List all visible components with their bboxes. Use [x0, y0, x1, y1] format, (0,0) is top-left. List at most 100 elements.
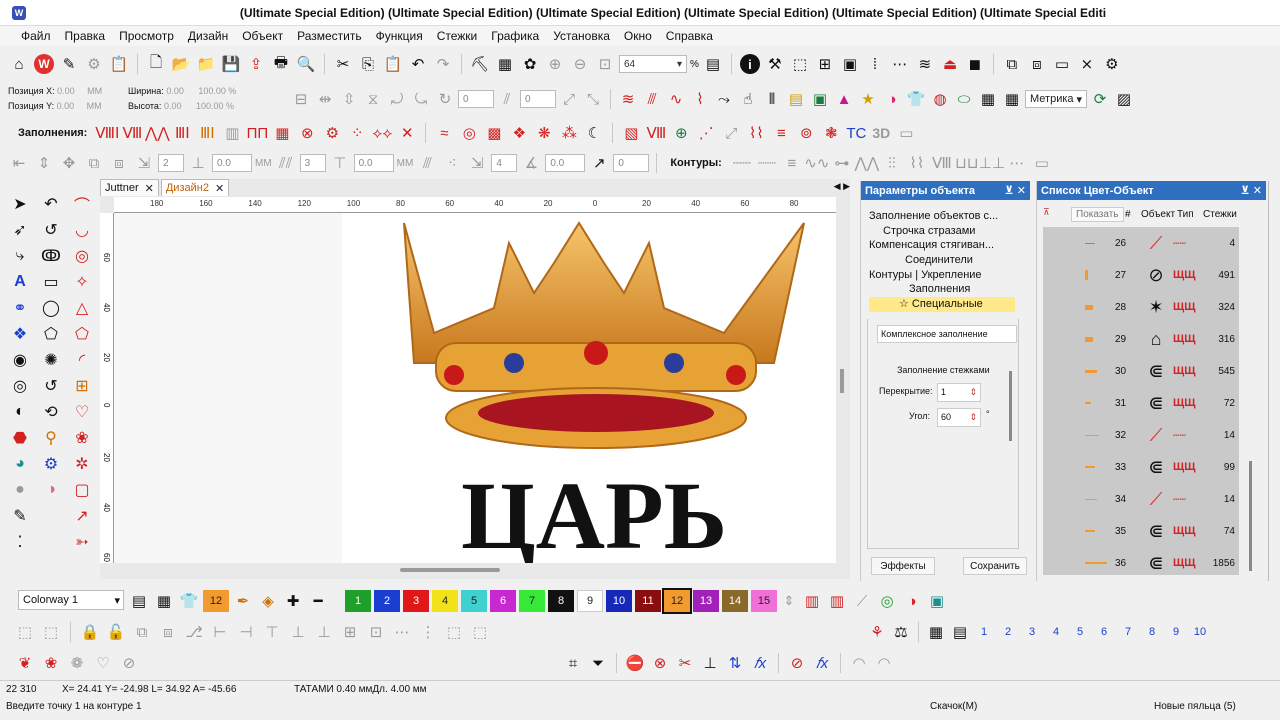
curve-tool-icon[interactable]: ↺ — [37, 374, 65, 398]
pos-x-value[interactable]: 0.00 — [57, 86, 75, 96]
spiral-tool-icon[interactable]: ✺ — [37, 348, 65, 372]
windows-tile-icon[interactable]: ⧈ — [1026, 53, 1048, 75]
reshape-icon[interactable]: ⤳ — [713, 88, 735, 110]
fill-spiral-icon[interactable]: ⚙ — [321, 122, 343, 144]
flip-v-icon[interactable]: ⇳ — [338, 88, 360, 110]
fill-tatami-icon[interactable]: ПП — [246, 122, 269, 144]
fill-grid-icon[interactable]: ▧ — [620, 122, 642, 144]
show-grid-icon[interactable]: ⊞ — [814, 53, 836, 75]
field-7[interactable]: 0 — [613, 154, 650, 172]
pos-y-value[interactable]: 0.00 — [57, 101, 75, 111]
fill-cross-icon[interactable]: ▥ — [221, 122, 243, 144]
cut-icon[interactable]: ✂ — [332, 53, 354, 75]
windows-arrange-icon[interactable]: ▭ — [1051, 53, 1073, 75]
arc-tool-icon[interactable]: ◜ — [68, 348, 96, 372]
overlap-field[interactable]: 1 ⇕ — [937, 383, 981, 402]
horizontal-scrollbar[interactable] — [400, 568, 500, 572]
list-item[interactable]: 30 ⋐ ЩЩ 545 — [1043, 355, 1239, 387]
color-chip-14[interactable]: 14 — [722, 590, 748, 612]
zoom-box-icon[interactable]: ⊡ — [594, 53, 616, 75]
wilcom-logo-icon[interactable]: W — [33, 53, 55, 75]
tie-off-icon[interactable]: ⇅ — [724, 652, 746, 674]
fill-weave-icon[interactable]: ▦ — [271, 122, 293, 144]
picture-icon[interactable]: ▣ — [809, 88, 831, 110]
hoop-7[interactable]: 7 — [1117, 621, 1139, 643]
fill-column-icon[interactable]: ⅢⅠ — [171, 122, 193, 144]
effects-button[interactable]: Эффекты — [871, 557, 935, 575]
list-item[interactable]: 32 ⟋ ┄┄ 14 — [1043, 419, 1239, 451]
palette-grid-icon[interactable]: ▦ — [153, 590, 175, 612]
color-chip-8[interactable]: 8 — [548, 590, 574, 612]
trim-icon[interactable]: ⊗ — [649, 652, 671, 674]
rectangle-tool-icon[interactable]: ▭ — [37, 270, 65, 294]
tab-design2[interactable]: Дизайн2 ✕ — [160, 179, 230, 196]
scissors-icon[interactable]: ✂ — [674, 652, 696, 674]
undo-icon[interactable]: ↶ — [407, 53, 429, 75]
close-all-icon[interactable]: ⨯ — [1076, 53, 1098, 75]
reshape-node-icon[interactable]: ↶ — [37, 192, 65, 216]
print-preview-icon[interactable]: 🔍 — [295, 53, 317, 75]
shapes-icon[interactable]: ▲ — [833, 88, 855, 110]
fill-scribble-icon[interactable]: ⌇⌇ — [745, 122, 767, 144]
needle-point-icon[interactable]: ⌗ — [562, 652, 584, 674]
contour-cross-icon[interactable]: ⊥⊥ — [979, 152, 1005, 174]
fill-wave-icon[interactable]: ⋀⋀ — [145, 122, 170, 144]
skew-icon[interactable]: ⤡ — [582, 88, 604, 110]
digitize-closed-icon[interactable]: ↺ — [37, 218, 65, 242]
show-connectors-icon[interactable]: ⋯ — [889, 53, 911, 75]
slant-icon[interactable]: ⫽ — [496, 88, 518, 110]
density-icon[interactable]: ⊤ — [329, 152, 351, 174]
rotate-icon[interactable]: ⤾ — [386, 88, 408, 110]
fill-cross-stitch-icon[interactable]: ✕ — [396, 122, 418, 144]
align-mid-b-icon[interactable]: ⊥ — [313, 621, 335, 643]
chips-scroll-icon[interactable]: ⇕ — [780, 592, 798, 610]
hoop-2[interactable]: 2 — [997, 621, 1019, 643]
menu-window[interactable]: Окно — [617, 29, 659, 43]
multi-hoop-icon[interactable]: ▦ — [925, 621, 947, 643]
tatami-icon[interactable]: ⫻ — [641, 88, 663, 110]
units-select[interactable]: Метрика ▾ — [1025, 90, 1087, 108]
satin-column-icon[interactable]: ◡ — [68, 218, 96, 242]
menu-object[interactable]: Объект — [235, 29, 290, 43]
angle-icon[interactable]: ∡ — [520, 152, 542, 174]
list-item[interactable]: 33 ⋐ ЩЩ 99 — [1043, 451, 1239, 483]
shape-5-icon[interactable]: ⊘ — [118, 652, 140, 674]
flower-tool-icon[interactable]: ❀ — [68, 426, 96, 450]
stop-icon[interactable]: ⛔ — [624, 652, 646, 674]
knife-icon[interactable]: ◐ — [6, 400, 34, 424]
field-6[interactable]: 0.0 — [545, 154, 586, 172]
slant-field[interactable]: 0 — [520, 90, 556, 108]
center-icon[interactable]: ⊡ — [365, 621, 387, 643]
pin-close-icon[interactable]: ⊻ ✕ — [1005, 184, 1026, 197]
remove-color-icon[interactable]: ━ — [307, 590, 329, 612]
close-icon[interactable]: ✕ — [215, 182, 224, 195]
fill-trapunto-icon[interactable]: TC — [845, 122, 867, 144]
hoop-8[interactable]: 8 — [1141, 621, 1163, 643]
cog-tool-icon[interactable]: ✲ — [68, 452, 96, 476]
field-4[interactable]: 0.0 — [353, 154, 394, 172]
shape-4-icon[interactable]: ♡ — [92, 652, 114, 674]
spacing-icon[interactable]: ⊥ — [187, 152, 209, 174]
show-graphics-icon[interactable]: ▣ — [839, 53, 861, 75]
field-1[interactable]: 2 — [158, 154, 184, 172]
field-5[interactable]: 4 — [491, 154, 518, 172]
list-item[interactable]: 29 ⌂ ЩЩ 316 — [1043, 323, 1239, 355]
fill-lace-icon[interactable]: ❃ — [820, 122, 842, 144]
machine-icon[interactable]: ⚘ — [866, 621, 888, 643]
scatter-icon[interactable]: ⁖ — [441, 152, 463, 174]
list-item[interactable]: 31 ⋐ ЩЩ 72 — [1043, 387, 1239, 419]
list-item[interactable]: 34 ⟋ ┄┄ 14 — [1043, 483, 1239, 515]
angle-field[interactable]: 60 ⇕ — [937, 408, 981, 427]
remove-function-icon[interactable]: ⊘ — [786, 652, 808, 674]
menu-stitches[interactable]: Стежки — [430, 29, 485, 43]
pen-tool-icon[interactable]: ✎ — [6, 504, 34, 528]
align-icon[interactable]: ⫴ — [761, 88, 783, 110]
menu-design[interactable]: Дизайн — [181, 29, 235, 43]
rotate-ccw-icon[interactable]: ⤿ — [410, 88, 432, 110]
height-pct[interactable]: 100.00 — [196, 101, 224, 111]
add-color-icon[interactable]: ✚ — [282, 590, 304, 612]
field-3[interactable]: 3 — [299, 154, 326, 172]
grid-view-icon[interactable]: ▤ — [702, 53, 724, 75]
contour-zig-icon[interactable]: ⋀⋀ — [855, 152, 880, 174]
contour-satin-icon[interactable]: Ⅷ — [931, 152, 953, 174]
